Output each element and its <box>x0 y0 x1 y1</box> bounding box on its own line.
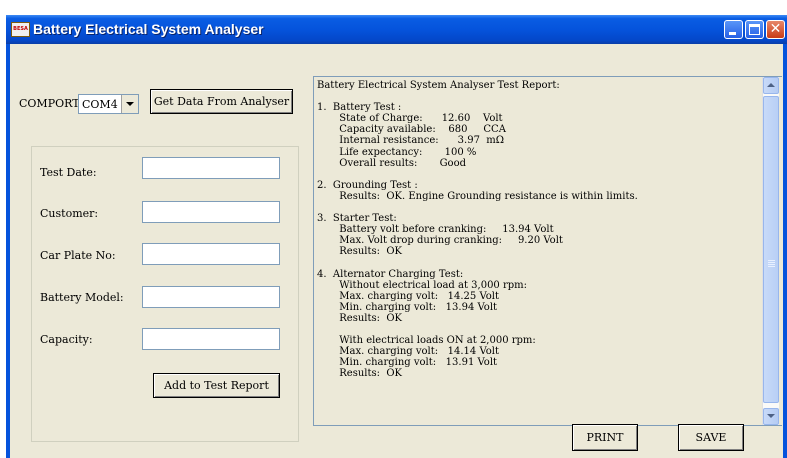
app-window: BESA Battery Electrical System Analyser … <box>6 15 787 458</box>
minimize-button[interactable] <box>724 20 743 39</box>
save-button[interactable]: SAVE <box>678 424 744 451</box>
test-report-text: Battery Electrical System Analyser Test … <box>317 80 638 380</box>
window-right-border <box>783 44 787 458</box>
comport-label: COMPORT: <box>19 97 83 110</box>
chevron-down-icon[interactable] <box>121 95 138 113</box>
maximize-icon <box>749 24 760 35</box>
battery-model-label: Battery Model: <box>40 291 124 304</box>
car-plate-label: Car Plate No: <box>40 249 116 262</box>
scrollbar-thumb[interactable] <box>763 96 779 403</box>
add-to-report-button[interactable]: Add to Test Report <box>153 373 280 398</box>
scroll-down-arrow-icon[interactable] <box>763 408 779 425</box>
print-button[interactable]: PRINT <box>572 424 638 451</box>
customer-field[interactable] <box>142 201 280 223</box>
battery-model-field[interactable] <box>142 286 280 308</box>
window-left-border <box>6 44 10 458</box>
customer-label: Customer: <box>40 207 99 220</box>
car-plate-field[interactable] <box>142 243 280 265</box>
grip-icon <box>768 260 775 261</box>
title-bar[interactable]: BESA Battery Electrical System Analyser … <box>6 15 787 44</box>
window-title: Battery Electrical System Analyser <box>33 21 264 37</box>
comport-value: COM4 <box>82 98 118 111</box>
comport-select[interactable]: COM4 <box>78 94 139 114</box>
close-icon: ✕ <box>769 21 782 37</box>
capacity-field[interactable] <box>142 328 280 350</box>
get-data-button[interactable]: Get Data From Analyser <box>150 89 293 114</box>
minimize-icon <box>729 32 736 35</box>
close-button[interactable]: ✕ <box>766 20 785 39</box>
test-date-label: Test Date: <box>40 166 97 179</box>
test-report-textarea[interactable]: Battery Electrical System Analyser Test … <box>313 76 782 426</box>
app-icon[interactable]: BESA <box>11 22 30 37</box>
capacity-label: Capacity: <box>40 333 93 346</box>
maximize-button[interactable] <box>745 20 764 39</box>
report-scrollbar[interactable] <box>762 77 779 425</box>
test-date-field[interactable] <box>142 157 280 179</box>
scroll-up-arrow-icon[interactable] <box>763 77 779 94</box>
